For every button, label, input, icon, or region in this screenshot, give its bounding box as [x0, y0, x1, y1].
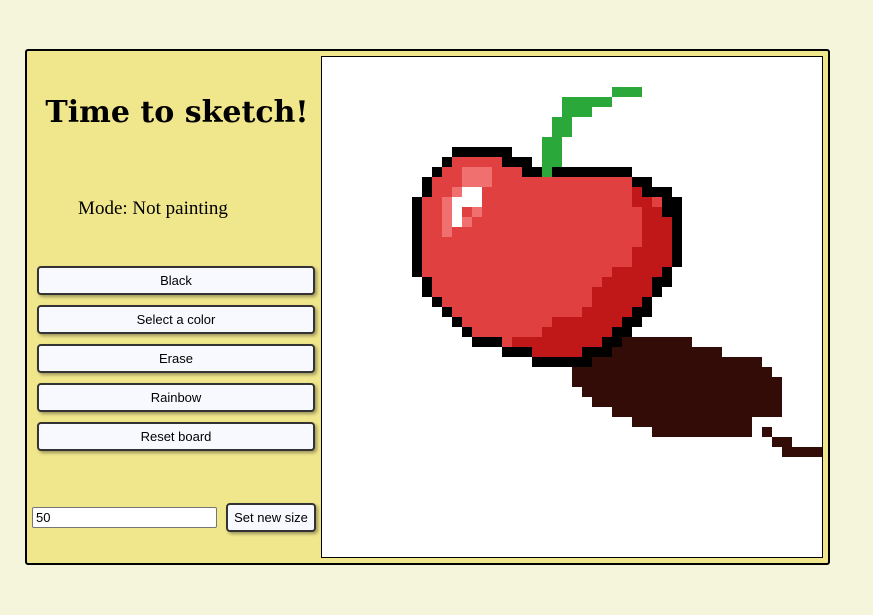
stem-pixel: [552, 117, 572, 127]
shadow-pixel: [572, 377, 782, 387]
shadow-pixel: [612, 407, 782, 417]
erase-button[interactable]: Erase: [37, 344, 315, 373]
shadow-pixel: [592, 397, 782, 407]
apple-shade-pixel: [592, 287, 652, 297]
apple-shade-pixel: [512, 337, 602, 347]
apple-pixel: [422, 227, 672, 237]
shadow-pixel: [572, 367, 772, 377]
highlight-pixel: [472, 207, 482, 217]
stem-pixel: [612, 87, 642, 97]
shadow-pixel: [762, 427, 772, 437]
mode-status: Mode: Not painting: [78, 198, 228, 219]
shadow-pixel: [582, 357, 762, 367]
apple-shade-pixel: [532, 347, 582, 357]
rainbow-button[interactable]: Rainbow: [37, 383, 315, 412]
shadow-pixel: [632, 417, 752, 427]
stem-pixel: [562, 107, 592, 117]
apple-shade-pixel: [632, 247, 672, 257]
highlight-white-pixel: [462, 187, 482, 207]
apple-shade-pixel: [602, 277, 652, 287]
highlight-pixel: [462, 167, 492, 187]
stem-pixel: [562, 97, 612, 107]
highlight-pixel: [442, 217, 452, 237]
apple-shade-pixel: [632, 257, 672, 267]
black-button[interactable]: Black: [37, 266, 315, 295]
highlight-pixel: [462, 217, 472, 227]
stem-pixel: [542, 147, 562, 167]
apple-pixel: [422, 237, 672, 247]
page-title: Time to sketch!: [45, 95, 309, 130]
apple-pixel: [452, 157, 502, 167]
shadow-pixel: [612, 337, 692, 347]
apple-shade-pixel: [642, 237, 672, 247]
apple-shade-pixel: [642, 207, 662, 217]
apple-shade-pixel: [632, 197, 652, 207]
apple-shade-pixel: [642, 227, 672, 237]
highlight-white-pixel: [452, 197, 462, 227]
pixel-drawing: [412, 87, 822, 457]
shadow-pixel: [772, 437, 792, 447]
shadow-pixel: [582, 387, 782, 397]
sketch-app-panel: Time to sketch! Mode: Not painting Black…: [25, 49, 830, 565]
apple-shade-pixel: [612, 267, 662, 277]
outline-pixel: [452, 147, 512, 157]
apple-shade-pixel: [582, 307, 632, 317]
sketch-board[interactable]: [321, 56, 823, 558]
apple-shade-pixel: [642, 217, 672, 227]
reset-board-button[interactable]: Reset board: [37, 422, 315, 451]
grid-size-input[interactable]: [32, 507, 217, 528]
shadow-pixel: [782, 447, 822, 457]
set-size-button[interactable]: Set new size: [226, 503, 316, 532]
shadow-pixel: [602, 347, 722, 357]
highlight-pixel: [442, 197, 452, 217]
outline-pixel: [532, 357, 592, 367]
shadow-pixel: [652, 427, 752, 437]
stem-pixel: [542, 167, 552, 177]
select-color-button[interactable]: Select a color: [37, 305, 315, 334]
apple-shade-pixel: [592, 297, 642, 307]
apple-shade-pixel: [632, 187, 642, 197]
stem-pixel: [542, 137, 562, 147]
stem-pixel: [552, 127, 572, 137]
highlight-pixel: [452, 187, 462, 197]
apple-shade-pixel: [542, 327, 612, 337]
apple-shade-pixel: [552, 317, 622, 327]
